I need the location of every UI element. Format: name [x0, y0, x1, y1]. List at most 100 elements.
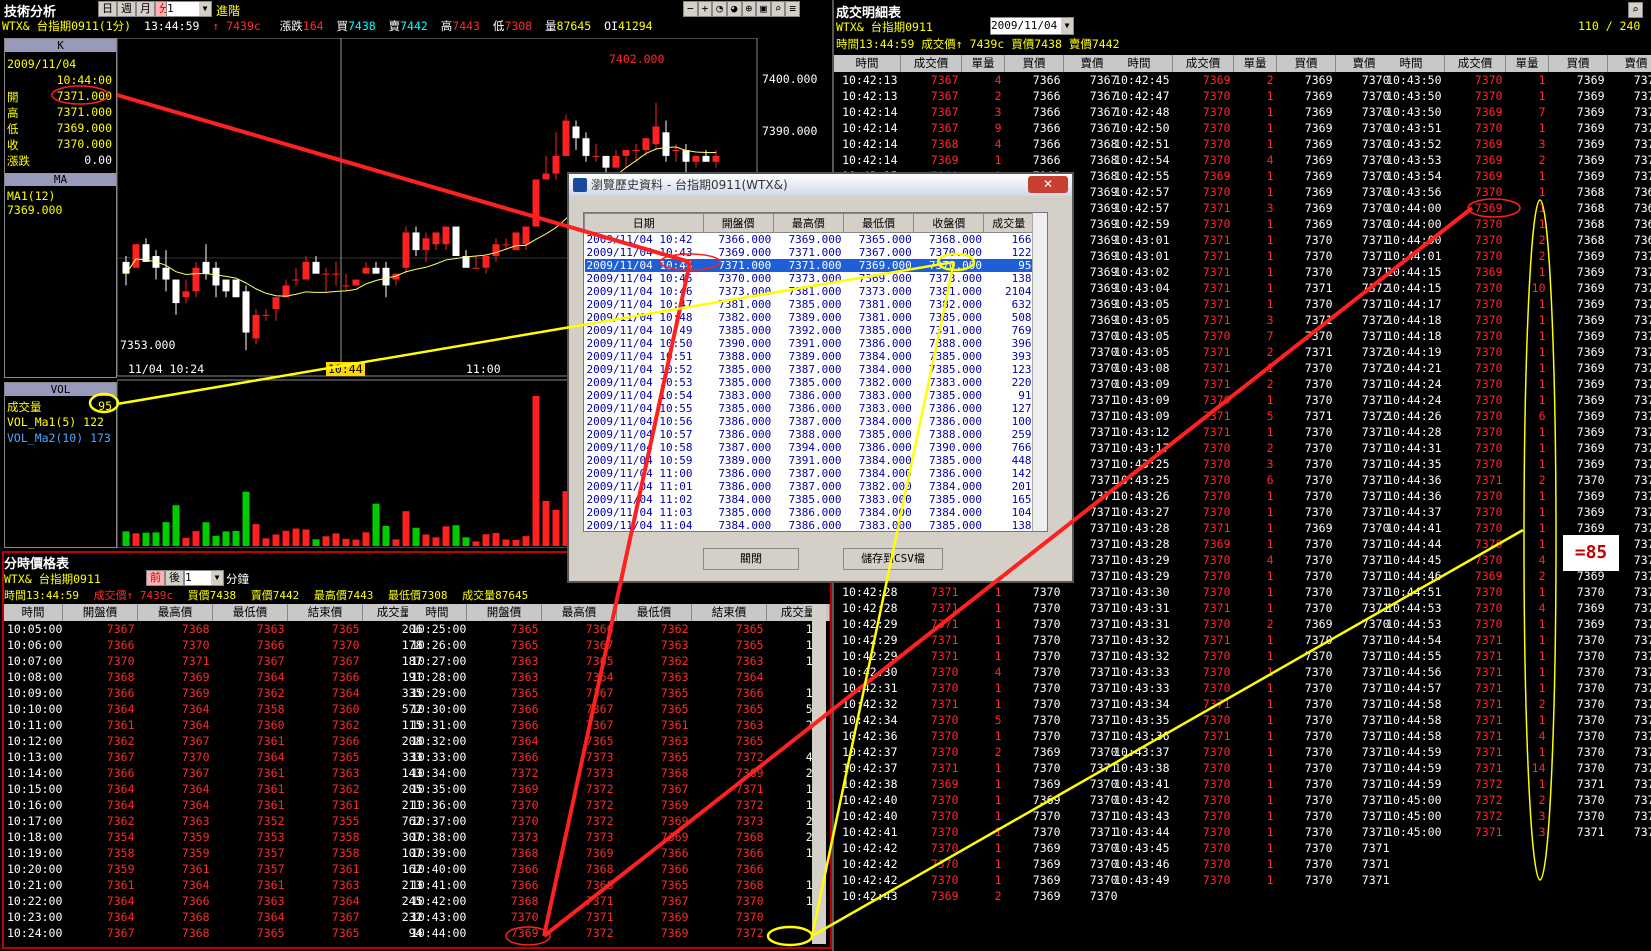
- column-header[interactable]: 單量: [1233, 55, 1277, 72]
- table-cell: 7362: [660, 622, 689, 636]
- dialog-row[interactable]: 2009/11/04 10:42 7366.000 7369.000 7365.000…: [585, 233, 1034, 247]
- column-header[interactable]: 成交價: [1444, 55, 1506, 72]
- dialog-row[interactable]: 2009/11/04 10:45 7370.000 7373.000 7369.000…: [585, 272, 1034, 285]
- table-cell: 10:43:36: [1114, 729, 1170, 743]
- table-row: 10:42:14 7367 3 7366 7367: [834, 104, 1121, 120]
- table-cell: 7371: [1202, 313, 1231, 327]
- table-cell: 7369: [1304, 137, 1333, 151]
- prev-button[interactable]: 前: [146, 570, 165, 586]
- ticker-name: WTX& 台指期0911(1分): [2, 19, 132, 33]
- dialog-cell: 91: [1018, 389, 1032, 402]
- interval-select[interactable]: 1 ▼: [166, 1, 212, 17]
- dialog-row[interactable]: 2009/11/04 10:48 7382.000 7389.000 7381.000…: [585, 311, 1034, 324]
- dialog-row[interactable]: 2009/11/04 10:59 7389.000 7391.000 7384.000…: [585, 454, 1034, 467]
- dialog-row[interactable]: 2009/11/04 10:49 7385.000 7392.000 7385.000…: [585, 324, 1034, 337]
- dialog-column-header[interactable]: 最高價: [772, 213, 845, 233]
- minus-icon[interactable]: −: [683, 1, 698, 17]
- minute-interval-select[interactable]: 1 ▼: [184, 570, 224, 586]
- crosshair-icon[interactable]: ⊕: [741, 1, 757, 17]
- column-header[interactable]: 結束價: [691, 604, 767, 621]
- column-header[interactable]: 最高價: [137, 604, 213, 621]
- column-header[interactable]: 賣價: [1607, 55, 1651, 72]
- column-header[interactable]: 成交價: [1172, 55, 1234, 72]
- dialog-row[interactable]: 2009/11/04 11:00 7386.000 7387.000 7384.000…: [585, 467, 1034, 480]
- table-cell: 2: [994, 89, 1002, 103]
- dialog-row[interactable]: 2009/11/04 11:01 7386.000 7387.000 7382.000…: [585, 480, 1034, 493]
- period-week-button[interactable]: 週: [117, 1, 136, 17]
- table-cell: 10:43:05: [1114, 345, 1170, 359]
- table-row: 10:43:50 7370 1 7369 7370: [1378, 72, 1651, 88]
- dialog-row[interactable]: 2009/11/04 10:44 7371.000 7371.000 7369.000…: [584, 259, 1034, 272]
- column-header[interactable]: 單量: [1505, 55, 1549, 72]
- dialog-column-header[interactable]: 最低價: [843, 213, 915, 233]
- dialog-row[interactable]: 2009/11/04 10:55 7385.000 7386.000 7383.000…: [585, 402, 1034, 415]
- save-csv-button[interactable]: 儲存到CSV檔: [843, 548, 943, 570]
- dialog-row[interactable]: 2009/11/04 10:47 7381.000 7385.000 7381.000…: [585, 298, 1034, 311]
- dialog-row[interactable]: 2009/11/04 10:50 7390.000 7391.000 7386.000…: [585, 337, 1034, 350]
- dialog-row[interactable]: 2009/11/04 11:02 7384.000 7385.000 7383.000…: [585, 493, 1034, 506]
- column-header[interactable]: 時間: [1106, 55, 1173, 72]
- column-header[interactable]: 結束價: [287, 604, 363, 621]
- dialog-row[interactable]: 2009/11/04 10:57 7386.000 7388.000 7385.000…: [585, 428, 1034, 441]
- search-icon[interactable]: ⌕: [1628, 2, 1643, 18]
- table-cell: 10:25:00: [411, 622, 467, 636]
- table-cell: 7364: [106, 782, 135, 796]
- dialog-row[interactable]: 2009/11/04 10:52 7385.000 7387.000 7384.000…: [585, 363, 1034, 376]
- period-month-button[interactable]: 月: [136, 1, 155, 17]
- close-icon[interactable]: ✕: [1028, 176, 1068, 193]
- dialog-cell: 7382.000: [858, 480, 912, 493]
- ticks-date-select[interactable]: 2009/11/04 ▼: [990, 17, 1074, 35]
- table-row: 10:43:31 7370 2 7369 7370: [1106, 616, 1393, 632]
- dialog-column-header[interactable]: 收盤價: [913, 213, 985, 233]
- column-header[interactable]: 時間: [408, 604, 467, 621]
- dialog-column-header[interactable]: 成交量: [983, 213, 1034, 233]
- column-header[interactable]: 時間: [834, 55, 901, 72]
- volume-bar: [302, 529, 310, 546]
- dialog-row[interactable]: 2009/11/04 10:43 7369.000 7371.000 7367.000…: [585, 246, 1034, 259]
- column-header[interactable]: 開盤價: [62, 604, 138, 621]
- column-header[interactable]: 時間: [4, 604, 63, 621]
- column-header[interactable]: 最低價: [616, 604, 692, 621]
- dialog-column-header[interactable]: 開盤價: [702, 213, 774, 233]
- dialog-row[interactable]: 2009/11/04 10:51 7388.000 7389.000 7384.000…: [585, 350, 1034, 363]
- column-header[interactable]: 最低價: [212, 604, 288, 621]
- column-header[interactable]: 開盤價: [466, 604, 542, 621]
- dialog-row[interactable]: 2009/11/04 10:46 7373.000 7381.000 7373.000…: [585, 285, 1034, 298]
- save-icon[interactable]: ▣: [756, 1, 771, 17]
- volume-bar: [482, 534, 490, 546]
- search-icon[interactable]: ⌕: [770, 1, 786, 17]
- dialog-row[interactable]: 2009/11/04 10:53 7385.000 7385.000 7382.000…: [585, 376, 1034, 389]
- period-day-button[interactable]: 日: [98, 1, 117, 17]
- dialog-row[interactable]: 2009/11/04 10:54 7383.000 7386.000 7383.000…: [585, 389, 1034, 402]
- dialog-row[interactable]: 2009/11/04 10:58 7387.000 7394.000 7386.000…: [585, 441, 1034, 454]
- zoom-in-icon[interactable]: ◕: [726, 1, 742, 17]
- table-cell: 7371: [1202, 297, 1231, 311]
- column-header[interactable]: 成交價: [900, 55, 962, 72]
- next-button[interactable]: 後: [165, 570, 184, 586]
- dialog-row[interactable]: 2009/11/04 11:04 7384.000 7386.000 7383.000…: [585, 519, 1034, 531]
- table-row: 10:43:27 7370 1 7370 7371: [1106, 504, 1393, 520]
- dialog-scrollbar[interactable]: [1032, 213, 1047, 531]
- menu-icon[interactable]: ≡: [785, 1, 800, 17]
- table-cell: 7371: [1576, 777, 1605, 791]
- dialog-column-header[interactable]: 日期: [584, 213, 704, 233]
- close-button[interactable]: 關閉: [703, 548, 799, 570]
- column-header[interactable]: 時間: [1378, 55, 1445, 72]
- column-header[interactable]: 單量: [961, 55, 1005, 72]
- table-cell: 7358: [331, 830, 360, 844]
- volume-bar: [312, 539, 320, 546]
- column-header[interactable]: 買價: [1276, 55, 1336, 72]
- advance-link[interactable]: 進階: [216, 2, 240, 19]
- zoom-out-icon[interactable]: ◔: [712, 1, 727, 17]
- column-header[interactable]: 買價: [1548, 55, 1608, 72]
- table-row: 10:43:56 7370 1 7368 7369: [1378, 184, 1651, 200]
- column-header[interactable]: 買價: [1004, 55, 1064, 72]
- dialog-row[interactable]: 2009/11/04 10:56 7386.000 7387.000 7384.000…: [585, 415, 1034, 428]
- dialog-row[interactable]: 2009/11/04 11:03 7385.000 7386.000 7384.000…: [585, 506, 1034, 519]
- plus-icon[interactable]: +: [697, 1, 713, 17]
- column-header[interactable]: 最高價: [541, 604, 617, 621]
- table-cell: 7373: [735, 814, 764, 828]
- table-cell: 1: [1266, 297, 1274, 311]
- minute-scrollbar[interactable]: [812, 604, 826, 944]
- dialog-list[interactable]: 日期 開盤價 最高價 最低價 收盤價 成交量 2009/11/04 10:42 7366.00…: [583, 212, 1048, 532]
